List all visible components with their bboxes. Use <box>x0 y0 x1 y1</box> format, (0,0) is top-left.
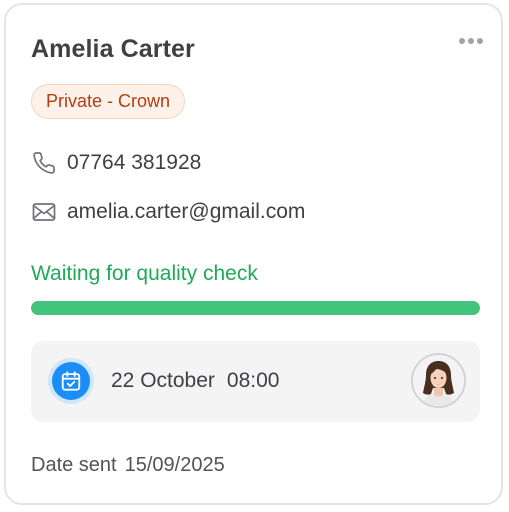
appointment-datetime: 22 October 08:00 <box>111 369 279 393</box>
customer-type-badge: Private - Crown <box>31 84 186 119</box>
date-sent-value: 15/09/2025 <box>124 454 225 476</box>
email-address[interactable]: amelia.carter@gmail.com <box>67 200 305 224</box>
avatar[interactable] <box>411 353 466 408</box>
email-row: amelia.carter@gmail.com <box>31 199 305 225</box>
phone-row: 07764 381928 <box>31 150 201 176</box>
phone-icon <box>31 150 57 176</box>
appointment-panel[interactable]: 22 October 08:00 <box>31 341 480 422</box>
calendar-icon-badge <box>48 358 94 404</box>
phone-number[interactable]: 07764 381928 <box>67 151 201 175</box>
date-sent: Date sent 15/09/2025 <box>31 454 225 477</box>
customer-name: Amelia Carter <box>31 35 195 63</box>
booking-card[interactable]: Amelia Carter Private - Crown 07764 3819… <box>4 3 503 505</box>
date-sent-label: Date sent <box>31 454 117 476</box>
mail-icon <box>31 199 57 225</box>
more-horizontal-icon <box>459 38 465 44</box>
calendar-check-icon <box>52 362 90 400</box>
progress-fill <box>31 301 480 315</box>
status-progress-bar <box>31 301 480 315</box>
more-options-button[interactable] <box>456 35 486 47</box>
appointment-time: 08:00 <box>226 369 280 392</box>
appointment-date: 22 October <box>111 369 215 392</box>
status-text: Waiting for quality check <box>31 262 258 285</box>
